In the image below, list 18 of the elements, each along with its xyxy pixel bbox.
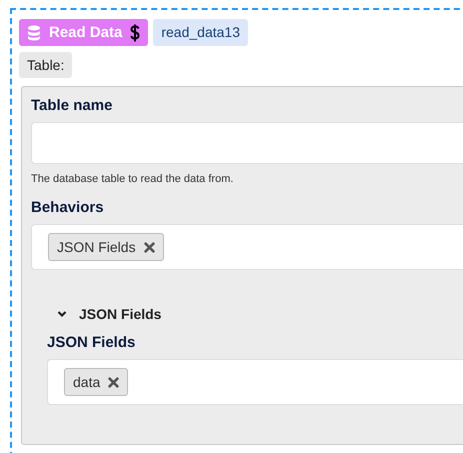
close-icon[interactable] xyxy=(144,242,155,252)
multi-select-field[interactable]: data xyxy=(47,359,463,405)
dollar-icon xyxy=(130,24,140,42)
close-icon[interactable] xyxy=(108,376,120,388)
text-input[interactable] xyxy=(31,122,463,164)
group-title[interactable]: JSON Fields xyxy=(79,306,162,322)
field-label: Table name xyxy=(31,97,114,114)
database-icon xyxy=(27,24,41,40)
tag-label: data xyxy=(73,374,100,390)
multi-select-field[interactable]: JSON Fields xyxy=(31,224,463,270)
block-name-chip[interactable]: read_data13 xyxy=(153,19,248,46)
field-label: JSON Fields xyxy=(47,334,136,351)
chevron-down-icon[interactable] xyxy=(57,310,67,318)
field-label: Behaviors xyxy=(31,199,105,216)
tag-label: JSON Fields xyxy=(57,239,136,255)
help-text: The database table to read the data from. xyxy=(31,173,234,185)
section-label: Table: xyxy=(19,52,72,78)
block-type-label: Read Data xyxy=(49,24,122,41)
